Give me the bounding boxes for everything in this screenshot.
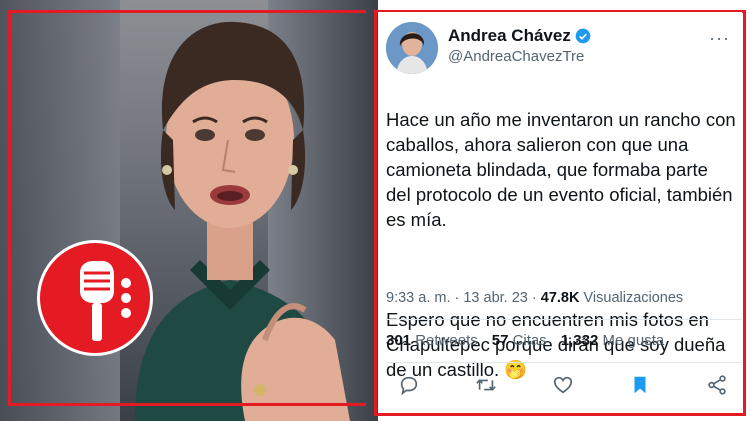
avatar[interactable] (386, 22, 438, 74)
handle[interactable]: @AndreaChavezTre (448, 48, 584, 65)
verified-badge-icon (575, 28, 591, 44)
more-options-icon[interactable]: ··· (709, 28, 730, 49)
heart-icon[interactable] (552, 374, 574, 396)
retweets-count: 301 (386, 332, 412, 349)
share-icon[interactable] (706, 374, 728, 396)
tweet-stats: 301 Retweets 57 Citas 1,332 Me gusta (386, 332, 664, 349)
news-photo (0, 0, 378, 421)
quotes-count: 57 (491, 332, 509, 349)
tweet-card: Andrea Chávez @AndreaChavezTre ··· Hace … (378, 12, 742, 412)
microphone-icon (80, 261, 131, 341)
tweet-text: Hace un año me inventaron un rancho con … (386, 82, 736, 407)
likes-count: 1,332 (560, 332, 599, 349)
podcast-badge (37, 240, 153, 356)
divider (386, 319, 742, 320)
likes-label: Me gusta (602, 332, 665, 349)
quotes-label: Citas (512, 332, 547, 349)
likes-stat[interactable]: 1,332 Me gusta (561, 332, 664, 349)
reply-icon[interactable] (398, 374, 420, 396)
tweet-paragraph-1: Hace un año me inventaron un rancho con … (386, 109, 736, 230)
views-label: Visualizaciones (583, 290, 684, 306)
retweet-icon[interactable] (475, 374, 497, 396)
tweet-actions (398, 374, 728, 396)
tweet-meta: 9:33 a. m. · 13 abr. 23 · 47.8K Visualiz… (386, 290, 683, 306)
retweets-stat[interactable]: 301 Retweets (386, 332, 478, 349)
retweets-label: Retweets (415, 332, 478, 349)
avatar-image (386, 22, 438, 74)
views-count: 47.8K (540, 290, 580, 306)
display-name-row[interactable]: Andrea Chávez (448, 26, 591, 46)
display-name: Andrea Chávez (448, 26, 571, 45)
bookmark-icon[interactable] (629, 374, 651, 396)
divider (386, 362, 742, 363)
tweet-timestamp[interactable]: 9:33 a. m. · 13 abr. 23 · (386, 290, 537, 306)
quotes-stat[interactable]: 57 Citas (492, 332, 547, 349)
